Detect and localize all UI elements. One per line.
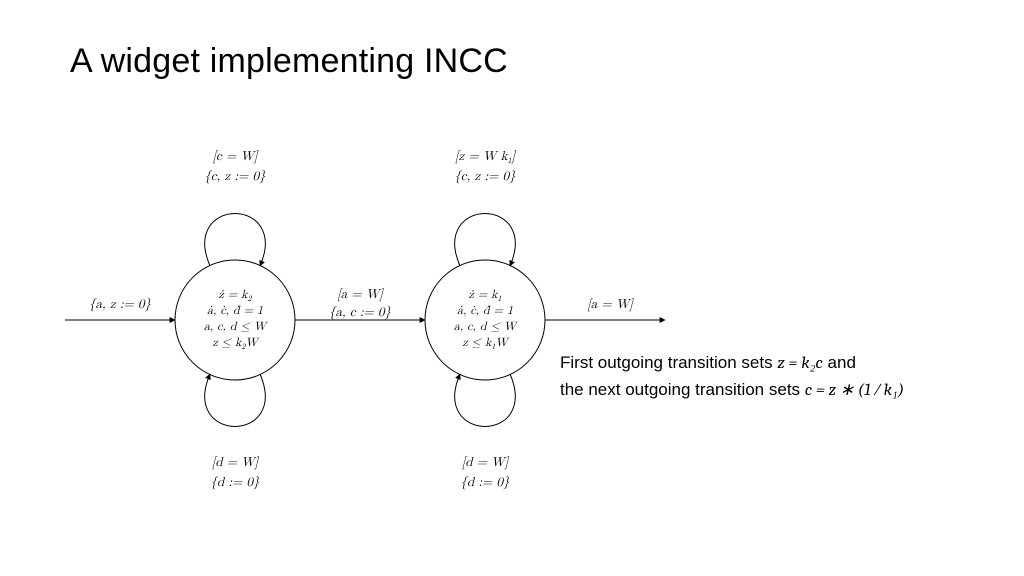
loop-q2-top: [455, 214, 515, 267]
svg-text:ȧ, ċ, ḋ = 1: ȧ, ċ, ḋ = 1: [457, 305, 513, 317]
automaton-diagram: {a, z := 0} ż = k2 ȧ, ċ, ḋ = 1 a, c, d ≤…: [55, 130, 675, 510]
loop-q1-top-guard: [c = W]: [212, 150, 258, 164]
edge-q1-q2-guard: [a = W]: [337, 288, 384, 302]
loop-q1-bottom-reset: {d := 0}: [210, 476, 260, 490]
edge-q1-q2-reset: {a, c := 0}: [329, 306, 392, 320]
svg-text:z ≤ k1W: z ≤ k1W: [462, 337, 510, 351]
edge-init-reset: {a, z := 0}: [89, 298, 152, 312]
annotation-line-2: the next outgoing transition sets c = z …: [560, 377, 990, 404]
loop-q2-bottom: [455, 374, 515, 427]
loop-q2-bottom-reset: {d := 0}: [460, 476, 510, 490]
svg-text:ż = k2: ż = k2: [219, 289, 253, 303]
loop-q1-top-reset: {c, z := 0}: [204, 170, 266, 184]
edge-q2-out-guard: [a = W]: [587, 298, 634, 312]
loop-q1-top: [205, 214, 265, 267]
loop-q1-bottom-guard: [d = W]: [212, 456, 260, 470]
loop-q2-bottom-guard: [d = W]: [462, 456, 510, 470]
loop-q2-top-reset: {c, z := 0}: [454, 170, 516, 184]
annotation-line-1: First outgoing transition sets z = k₂c a…: [560, 350, 990, 377]
svg-text:z ≤ k2W: z ≤ k2W: [212, 337, 260, 351]
svg-text:a, c, d ≤ W: a, c, d ≤ W: [454, 321, 519, 333]
loop-q2-top-guard: [z = W k1]: [455, 150, 517, 165]
state-q1: [175, 260, 295, 380]
svg-text:ż = k1: ż = k1: [469, 289, 502, 303]
svg-text:ȧ, ċ, ḋ = 1: ȧ, ċ, ḋ = 1: [207, 305, 263, 317]
svg-text:a, c, d ≤ W: a, c, d ≤ W: [204, 321, 269, 333]
loop-q1-bottom: [205, 374, 265, 427]
page-title: A widget implementing INCC: [70, 42, 508, 81]
annotation-text: First outgoing transition sets z = k₂c a…: [560, 350, 990, 405]
state-q2: [425, 260, 545, 380]
